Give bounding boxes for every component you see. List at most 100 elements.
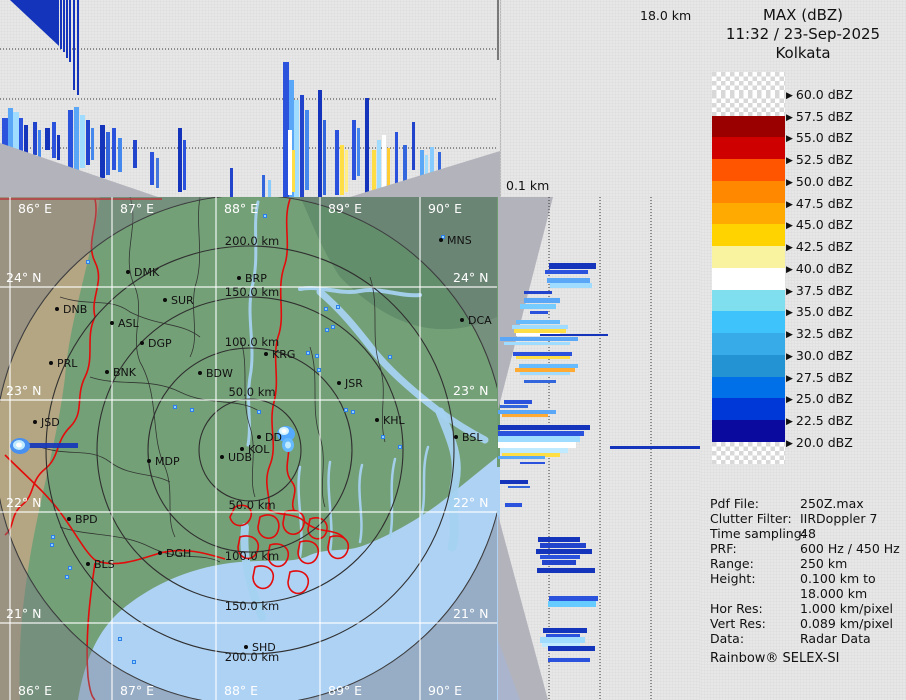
echo-dot-core bbox=[345, 409, 347, 411]
echo-column bbox=[178, 128, 182, 192]
echo-column bbox=[268, 180, 271, 197]
city-label: DCA bbox=[468, 314, 492, 327]
echo-spike bbox=[69, 0, 71, 62]
metadata-value: 600 Hz / 450 Hz bbox=[800, 541, 900, 556]
legend-value-label: ▶ 50.0 dBZ bbox=[786, 173, 853, 189]
legend-band bbox=[712, 354, 785, 377]
echo-row bbox=[524, 291, 552, 294]
legend-value-label: ▶ 45.0 dBZ bbox=[786, 217, 853, 233]
echo-row bbox=[514, 329, 566, 333]
echo-row bbox=[498, 425, 590, 430]
legend-arrow-icon: ▶ bbox=[786, 264, 793, 275]
echo-column bbox=[365, 98, 369, 195]
metadata-value: Radar Data bbox=[800, 631, 871, 646]
legend-arrow-icon: ▶ bbox=[786, 395, 793, 406]
legend-band bbox=[712, 224, 785, 246]
city-label: SUR bbox=[171, 294, 194, 307]
echo-column bbox=[377, 140, 381, 192]
legend-arrow-icon: ▶ bbox=[786, 90, 793, 101]
echo-row bbox=[536, 549, 592, 554]
echo-dot-core bbox=[133, 661, 135, 663]
city-label: BLS bbox=[94, 558, 115, 571]
legend-value-label: ▶ 25.0 dBZ bbox=[786, 391, 853, 407]
latitude-label: 24° N bbox=[453, 270, 488, 285]
legend-arrow-icon: ▶ bbox=[786, 243, 793, 253]
city-label: ASL bbox=[118, 317, 140, 330]
echo-blob-core bbox=[16, 442, 22, 448]
city-label: BPD bbox=[75, 513, 98, 526]
legend-arrow-icon: ▶ bbox=[786, 199, 793, 210]
ew-height-profile-panel bbox=[0, 0, 501, 197]
echo-row bbox=[500, 480, 528, 484]
legend-band bbox=[712, 441, 785, 464]
metadata-key: PRF: bbox=[710, 541, 737, 556]
echo-row bbox=[542, 560, 576, 565]
legend-arrow-icon: ▶ bbox=[786, 177, 793, 188]
legend-band bbox=[712, 267, 785, 290]
metadata-key: Vert Res: bbox=[710, 616, 766, 631]
echo-row bbox=[548, 658, 590, 662]
city-label: MDP bbox=[155, 455, 180, 468]
echo-row bbox=[520, 462, 545, 464]
echo-column bbox=[150, 152, 154, 185]
city-dot bbox=[86, 562, 90, 566]
echo-dot-core bbox=[51, 544, 53, 546]
range-ring-label: 200.0 km bbox=[225, 234, 279, 248]
echo-row bbox=[545, 270, 588, 274]
legend-arrow-icon: ▶ bbox=[786, 351, 793, 362]
echo-row bbox=[540, 555, 580, 559]
datetime-label: 11:32 / 23-Sep-2025 bbox=[725, 24, 881, 43]
radar-map[interactable]: DMK BRP MNS SUR DNB ASL DGP DCA PRL BNK KRG BDW JSR K… bbox=[0, 197, 497, 700]
software-brand: Rainbow® SELEX-SI bbox=[710, 651, 840, 666]
echo-row bbox=[549, 263, 596, 269]
echo-row bbox=[524, 380, 556, 383]
city-label: PRL bbox=[57, 357, 78, 370]
metadata-key: Clutter Filter: bbox=[710, 511, 792, 526]
echo-row bbox=[508, 486, 530, 488]
city-dot bbox=[337, 381, 341, 385]
legend-value-label: ▶ 30.0 dBZ bbox=[786, 347, 853, 363]
city-dot bbox=[460, 318, 464, 322]
echo-row bbox=[498, 442, 576, 448]
height-axis-max-label: 18.0 km bbox=[640, 8, 692, 23]
city-label: DGP bbox=[148, 337, 172, 350]
echo-column bbox=[292, 150, 295, 192]
city-label: KHL bbox=[383, 414, 405, 427]
metadata-value: 250Z.max bbox=[800, 496, 864, 511]
longitude-label: 87° E bbox=[120, 683, 154, 698]
echo-column bbox=[183, 140, 186, 190]
echo-spike bbox=[63, 0, 65, 52]
city-label: DMK bbox=[134, 266, 160, 279]
metadata-key: Time sampling: bbox=[710, 526, 806, 541]
echo-dot-core bbox=[399, 446, 401, 448]
legend-band bbox=[712, 398, 785, 420]
echo-column bbox=[262, 175, 265, 197]
echo-column bbox=[156, 158, 159, 188]
echo-column bbox=[352, 120, 356, 180]
echo-row bbox=[516, 356, 570, 359]
echo-row bbox=[548, 601, 596, 607]
echo-row bbox=[530, 311, 548, 314]
echo-spike bbox=[66, 0, 68, 58]
echo-row bbox=[610, 446, 700, 449]
legend-arrow-icon: ▶ bbox=[786, 112, 793, 123]
station-label: Kolkata bbox=[775, 43, 831, 62]
echo-dot-core bbox=[325, 308, 327, 310]
longitude-label: 90° E bbox=[428, 201, 462, 216]
echo-column bbox=[372, 150, 376, 195]
echo-dot-core bbox=[316, 355, 318, 357]
metadata-value: IIRDoppler 7 bbox=[800, 511, 878, 526]
metadata-key: Pdf File: bbox=[710, 496, 759, 511]
echo-dot-core bbox=[389, 356, 391, 358]
echo-row bbox=[498, 431, 584, 436]
echo-column bbox=[38, 130, 41, 158]
echo-column bbox=[318, 90, 322, 197]
echo-column bbox=[33, 122, 37, 155]
echo-row bbox=[549, 596, 598, 601]
echo-column bbox=[106, 132, 110, 175]
legend-band bbox=[712, 311, 785, 333]
metadata-key: Hor Res: bbox=[710, 601, 763, 616]
range-ring-label: 100.0 km bbox=[225, 335, 279, 349]
echo-column bbox=[100, 125, 105, 178]
echo-row bbox=[550, 283, 592, 288]
